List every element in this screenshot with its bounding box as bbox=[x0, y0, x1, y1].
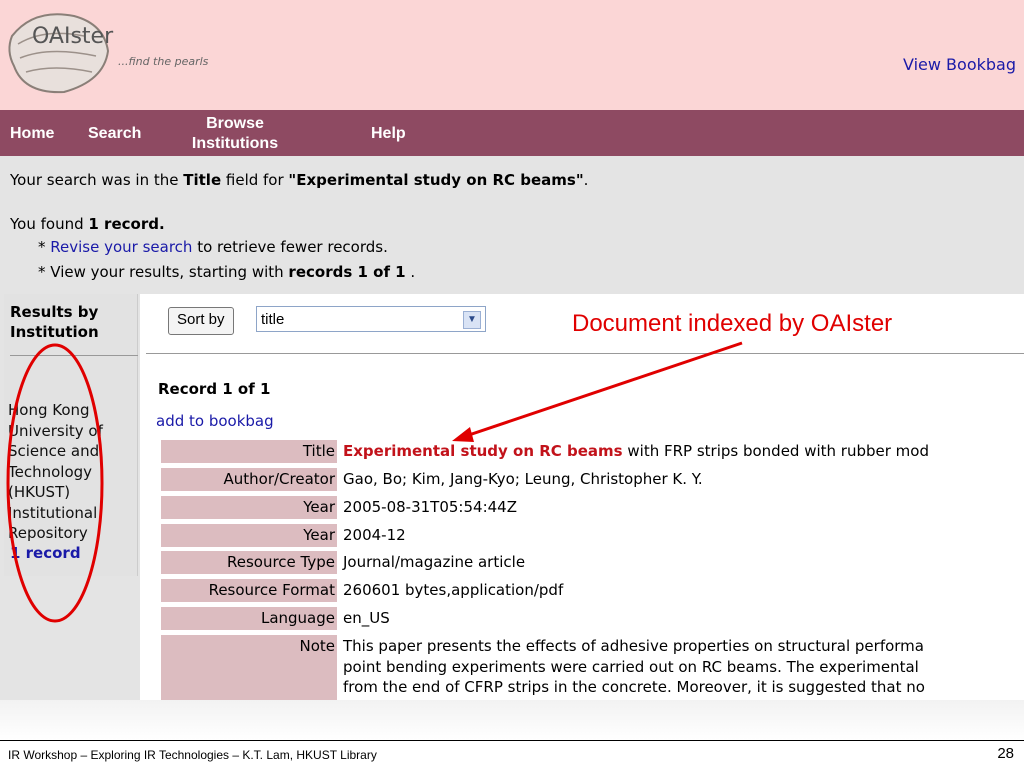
search-query: "Experimental study on RC beams" bbox=[288, 171, 584, 189]
sidebar-title-line1: Results by bbox=[10, 303, 99, 321]
footer-text: IR Workshop – Exploring IR Technologies … bbox=[8, 748, 377, 762]
view-bookbag-link[interactable]: View Bookbag bbox=[903, 55, 1016, 74]
field-value: Experimental study on RC beams with FRP … bbox=[343, 440, 929, 463]
field-value: Journal/magazine article bbox=[343, 553, 526, 571]
field-value: 2004-12 bbox=[343, 526, 406, 544]
field-value: en_US bbox=[343, 609, 390, 627]
institution-line: (HKUST) bbox=[8, 483, 71, 501]
tagline: ...find the pearls bbox=[118, 55, 209, 68]
annotation-arrow-line bbox=[459, 341, 743, 440]
revise-search-line: * Revise your search to retrieve fewer r… bbox=[38, 238, 388, 256]
search-field: Title bbox=[183, 171, 222, 189]
summary-text: * View your results, starting with bbox=[38, 263, 289, 281]
institution-line: Hong Kong bbox=[8, 401, 90, 419]
page-number: 28 bbox=[997, 745, 1014, 762]
record-title-rest: with FRP strips bonded with rubber mod bbox=[622, 442, 929, 460]
summary-text: . bbox=[405, 263, 416, 281]
field-value: Gao, Bo; Kim, Jang-Kyo; Leung, Christoph… bbox=[343, 470, 703, 488]
result-count: 1 record. bbox=[88, 215, 165, 233]
field-value: 260601 bytes,application/pdf bbox=[343, 581, 564, 599]
nav-browse-line1: Browse bbox=[206, 115, 264, 132]
summary-text: field for bbox=[221, 171, 289, 189]
institution-line: Science and bbox=[8, 442, 100, 460]
field-label: Note bbox=[161, 635, 337, 705]
record-heading: Record 1 of 1 bbox=[158, 380, 271, 398]
nav-help[interactable]: Help bbox=[371, 125, 406, 143]
results-divider bbox=[146, 353, 1024, 354]
nav-home[interactable]: Home bbox=[10, 125, 54, 143]
logo-text: OAIster bbox=[32, 24, 114, 49]
nav-browse-institutions[interactable]: Browse Institutions bbox=[185, 114, 285, 154]
sort-selected-value: title bbox=[261, 311, 285, 328]
sidebar-divider bbox=[10, 355, 138, 356]
institution-line: Institutional bbox=[8, 503, 98, 522]
note-line: from the end of CFRP strips in the concr… bbox=[343, 678, 925, 696]
field-label: Resource Format bbox=[161, 579, 337, 602]
sidebar-title-line2: Institution bbox=[10, 323, 99, 341]
institution-name: Hong Kong University of Science and Tech… bbox=[8, 400, 103, 544]
sort-by-button[interactable]: Sort by bbox=[168, 307, 234, 335]
summary-text: You found bbox=[10, 215, 89, 233]
institution-line: University of bbox=[8, 421, 103, 440]
footer-divider bbox=[0, 740, 1024, 741]
add-to-bookbag-link[interactable]: add to bookbag bbox=[156, 412, 274, 430]
field-label: Year bbox=[161, 524, 337, 547]
institution-line: Technology bbox=[8, 462, 93, 481]
search-field-line: Your search was in the Title field for "… bbox=[10, 171, 588, 189]
field-label: Language bbox=[161, 607, 337, 630]
institution-line: Repository bbox=[8, 524, 88, 542]
slide-fade bbox=[0, 700, 1024, 740]
summary-text: Your search was in the bbox=[10, 171, 184, 189]
annotation-label: Document indexed by OAIster bbox=[572, 310, 893, 337]
revise-search-link[interactable]: Revise your search bbox=[50, 238, 192, 256]
sidebar-title: Results by Institution bbox=[10, 302, 99, 342]
site-header: OAIster ...find the pearls View Bookbag bbox=[0, 0, 1024, 110]
field-value: This paper presents the effects of adhes… bbox=[343, 636, 925, 698]
records-range: records 1 of 1 bbox=[288, 263, 406, 281]
result-count-line: You found 1 record. bbox=[10, 215, 165, 233]
note-line: point bending experiments were carried o… bbox=[343, 657, 919, 676]
field-label: Year bbox=[161, 496, 337, 519]
bullet-star: * bbox=[38, 238, 46, 256]
note-line: This paper presents the effects of adhes… bbox=[343, 637, 924, 655]
summary-text: to retrieve fewer records. bbox=[192, 238, 388, 256]
record-title-highlight[interactable]: Experimental study on RC beams bbox=[343, 442, 623, 460]
field-value: 2005-08-31T05:54:44Z bbox=[343, 498, 517, 516]
summary-text: . bbox=[583, 171, 589, 189]
field-label: Title bbox=[161, 440, 337, 463]
institution-record-count-link[interactable]: 1 record bbox=[10, 544, 81, 562]
nav-browse-line2: Institutions bbox=[191, 135, 279, 152]
oyster-logo-icon[interactable] bbox=[4, 6, 114, 96]
search-summary: Your search was in the Title field for "… bbox=[0, 156, 1024, 294]
field-label: Author/Creator bbox=[161, 468, 337, 491]
field-label: Resource Type bbox=[161, 551, 337, 574]
view-results-line: * View your results, starting with recor… bbox=[38, 263, 415, 281]
nav-search[interactable]: Search bbox=[88, 125, 141, 143]
main-nav: Home Search Browse Institutions Help bbox=[0, 110, 1024, 156]
chevron-down-icon[interactable]: ▼ bbox=[463, 311, 481, 329]
sort-select[interactable]: title ▼ bbox=[256, 306, 486, 332]
